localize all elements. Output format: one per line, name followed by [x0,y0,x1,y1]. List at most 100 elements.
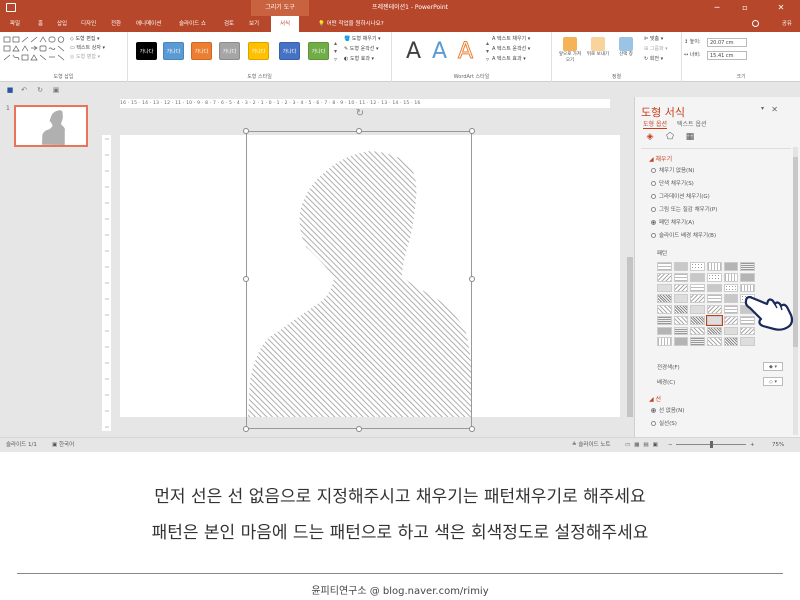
pattern-swatch[interactable] [690,272,705,282]
tab-slideshow[interactable]: 슬라이드 쇼 [179,16,206,32]
close-button[interactable]: ✕ [770,0,792,16]
share-button[interactable]: 공유 [782,16,792,32]
zoom-out-button[interactable]: − [668,438,673,452]
pattern-swatch[interactable] [657,283,672,293]
notes-button[interactable]: ≜ 슬라이드 노트 [572,438,610,452]
align-button[interactable]: ⊫ 맞춤 ▾ [644,35,663,43]
start-slideshow-icon[interactable]: ▣ [52,86,60,94]
pattern-swatch[interactable] [723,272,739,282]
zoom-level[interactable]: 75% [772,438,784,452]
tell-me-search[interactable]: 💡 어떤 작업을 원하시나요? [318,16,384,32]
pattern-swatch[interactable] [690,305,705,314]
tab-view[interactable]: 보기 [249,16,259,32]
shape-style-darkblue[interactable]: 가나다 [279,42,300,60]
pattern-swatch[interactable] [723,283,739,293]
edit-shape-button[interactable]: ◇ 도형 편집 ▾ [70,35,100,43]
tab-text-options[interactable]: 텍스트 옵션 [677,119,707,128]
shape-style-green[interactable]: 가나다 [308,42,329,60]
pane-close-icon[interactable]: ✕ [771,105,778,114]
canvas-scroll-thumb[interactable] [627,257,633,417]
size-properties-icon[interactable]: ▦ [685,132,695,142]
background-color-picker[interactable]: ◇ ▾ [763,377,783,386]
pattern-swatch[interactable] [673,305,689,314]
pattern-swatch[interactable] [707,272,722,282]
pattern-swatch[interactable] [740,262,755,271]
gallery-scroll[interactable]: ▴ ▾ ▿ [334,40,337,64]
pattern-swatch[interactable] [673,337,689,346]
line-section-header[interactable]: ◢ 선 [649,394,661,403]
pattern-swatch[interactable] [657,272,672,282]
wordart-style-orange-outline[interactable]: A [457,38,473,66]
shape-style-gold[interactable]: 가나다 [248,42,269,60]
selection-pane-button[interactable]: 선택 창 [614,35,638,75]
shape-outline-button[interactable]: ✎ 도형 윤곽선 ▾ [344,45,378,53]
rotate-button[interactable]: ↻ 회전 ▾ [644,55,663,63]
tab-insert[interactable]: 삽입 [57,16,67,32]
pattern-swatch[interactable] [657,326,672,336]
pattern-swatch[interactable] [707,262,722,271]
account-icon[interactable] [752,20,759,27]
pattern-swatch[interactable] [673,272,689,282]
radio-picture-fill[interactable]: 그림 또는 질감 채우기(P) [651,206,717,214]
pattern-swatch[interactable] [706,314,723,326]
resize-handle-n[interactable] [356,128,362,134]
pattern-swatch[interactable] [707,305,722,314]
pattern-swatch[interactable] [740,337,755,346]
radio-background-fill[interactable]: 슬라이드 배경 채우기(B) [651,232,716,240]
shape-fill-button[interactable]: 🪣 도형 채우기 ▾ [344,35,381,43]
zoom-in-button[interactable]: + [750,438,755,452]
bring-forward-button[interactable]: 앞으로 가져오기 [558,35,582,75]
text-box-button[interactable]: ▭ 텍스트 상자 ▾ [70,44,105,52]
group-button[interactable]: ⊞ 그룹화 ▾ [644,45,668,53]
tab-file[interactable]: 파일 [10,16,20,32]
tab-transitions[interactable]: 전환 [111,16,121,32]
tab-home[interactable]: 홈 [38,16,43,32]
shape-style-orange[interactable]: 가나다 [191,42,212,60]
pattern-swatch[interactable] [723,315,739,325]
pattern-swatch[interactable] [690,326,705,336]
zoom-slider-knob[interactable] [710,441,713,448]
text-outline-button[interactable]: A 텍스트 윤곽선 ▾ [492,45,530,53]
pattern-swatch[interactable] [707,337,722,346]
pattern-swatch[interactable] [690,337,705,346]
tab-review[interactable]: 검토 [224,16,234,32]
pattern-swatch[interactable] [657,294,672,303]
pattern-swatch[interactable] [657,337,672,346]
wordart-style-blue[interactable]: A [432,38,447,66]
radio-solid-line[interactable]: 실선(S) [651,420,677,428]
wordart-style-black[interactable]: A [406,38,421,66]
rotate-handle-icon[interactable]: ↻ [355,109,365,119]
shape-effects-button[interactable]: ◐ 도형 효과 ▾ [344,55,374,63]
pattern-swatch[interactable] [690,294,705,303]
text-effects-button[interactable]: A 텍스트 효과 ▾ [492,55,526,63]
fill-line-icon[interactable]: ◈ [645,132,655,142]
minimize-button[interactable]: ─ [706,0,728,16]
resize-handle-w[interactable] [243,276,249,282]
pattern-swatch[interactable] [723,294,739,303]
restore-button[interactable]: ▫ [734,0,756,16]
slide-thumbnail[interactable] [14,105,88,147]
tab-design[interactable]: 디자인 [81,16,96,32]
tab-shape-options[interactable]: 도형 옵션 [643,119,667,129]
pattern-swatch[interactable] [657,315,672,325]
width-field[interactable]: 15.41 cm [707,51,747,60]
pattern-swatch[interactable] [740,283,755,293]
pattern-swatch[interactable] [707,326,722,336]
radio-gradient-fill[interactable]: 그라데이션 채우기(G) [651,193,710,201]
language-indicator[interactable]: ▣ 한국어 [52,438,74,452]
resize-handle-e[interactable] [469,276,475,282]
save-icon[interactable]: ■ [6,86,14,94]
pattern-swatch[interactable] [723,305,739,314]
shape-style-gray[interactable]: 가나다 [219,42,240,60]
fill-section-header[interactable]: ◢ 채우기 [649,154,672,163]
resize-handle-nw[interactable] [243,128,249,134]
pattern-swatch[interactable] [723,337,739,346]
pattern-swatch[interactable] [690,283,705,293]
pattern-swatch[interactable] [673,262,689,271]
merge-shapes-button[interactable]: ◎ 도형 병합 ▾ [70,53,100,61]
effects-icon[interactable]: ⬠ [665,132,675,142]
tab-format[interactable]: 서식 [271,16,300,32]
radio-solid-fill[interactable]: 단색 채우기(S) [651,180,694,188]
send-backward-button[interactable]: 뒤로 보내기 [586,35,610,75]
radio-pattern-fill[interactable]: 패턴 채우기(A) [651,219,694,227]
